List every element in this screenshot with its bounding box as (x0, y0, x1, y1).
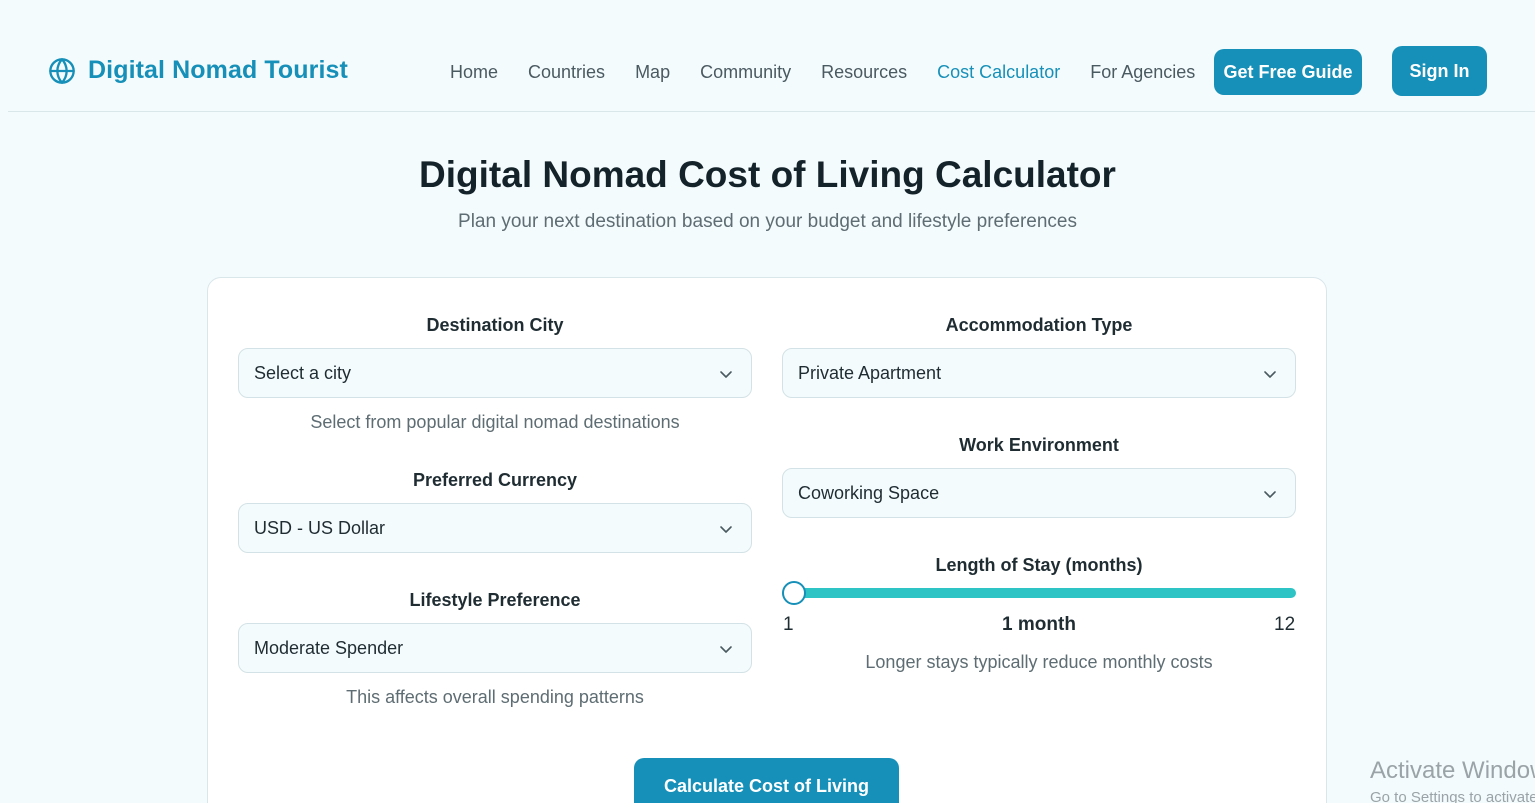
chevron-down-icon (720, 371, 732, 378)
currency-select[interactable]: USD - US Dollar (238, 503, 752, 553)
page-title: Digital Nomad Cost of Living Calculator (419, 154, 1116, 195)
main-nav: Home Countries Map Community Resources C… (450, 62, 1225, 83)
globe-icon (49, 57, 75, 84)
destination-label: Destination City (426, 315, 564, 335)
accommodation-value: Private Apartment (798, 362, 942, 383)
page-subtitle: Plan your next destination based on your… (458, 211, 1077, 232)
watermark-subtitle: Go to Settings to activate Windows. (1370, 789, 1535, 803)
nav-cost-calculator[interactable]: Cost Calculator (937, 62, 1060, 83)
stay-length-label: Length of Stay (months) (935, 555, 1143, 575)
lifestyle-label: Lifestyle Preference (409, 590, 581, 610)
currency-label: Preferred Currency (412, 470, 578, 490)
calculate-button[interactable]: Calculate Cost of Living (634, 758, 899, 803)
nav-home[interactable]: Home (450, 62, 498, 83)
chevron-down-icon (720, 526, 732, 533)
slider-thumb[interactable] (782, 581, 806, 605)
brand-name: Digital Nomad Tourist (88, 56, 348, 84)
watermark-title: Activate Windows (1370, 757, 1535, 784)
page: Digital Nomad Tourist Home Countries Map… (0, 0, 1535, 803)
slider-max-label: 12 (1274, 614, 1296, 635)
work-environment-label: Work Environment (959, 435, 1119, 455)
stay-length-slider[interactable] (782, 588, 1296, 598)
chevron-down-icon (720, 646, 732, 653)
destination-hint: Select from popular digital nomad destin… (310, 412, 680, 432)
destination-select[interactable]: Select a city (238, 348, 752, 398)
nav-community[interactable]: Community (700, 62, 791, 83)
activation-watermark: Activate Windows Go to Settings to activ… (1370, 757, 1535, 803)
accommodation-select[interactable]: Private Apartment (782, 348, 1296, 398)
lifestyle-value: Moderate Spender (254, 637, 404, 658)
currency-value: USD - US Dollar (254, 517, 386, 538)
slider-current-value: 1 month (1002, 614, 1076, 635)
site-header: Digital Nomad Tourist Home Countries Map… (8, 0, 1535, 112)
nav-resources[interactable]: Resources (821, 62, 907, 83)
brand-logo[interactable]: Digital Nomad Tourist (48, 56, 348, 85)
stay-length-hint: Longer stays typically reduce monthly co… (865, 652, 1213, 672)
destination-value: Select a city (254, 362, 352, 383)
chevron-down-icon (1264, 491, 1276, 498)
get-free-guide-button[interactable]: Get Free Guide (1214, 49, 1362, 95)
work-environment-select[interactable]: Coworking Space (782, 468, 1296, 518)
work-environment-value: Coworking Space (798, 482, 940, 503)
chevron-down-icon (1264, 371, 1276, 378)
nav-for-agencies[interactable]: For Agencies (1090, 62, 1195, 83)
sign-in-button[interactable]: Sign In (1392, 46, 1487, 96)
accommodation-label: Accommodation Type (945, 315, 1133, 335)
lifestyle-hint: This affects overall spending patterns (346, 687, 644, 707)
calculator-card: Destination City Select a city Select fr… (207, 277, 1327, 803)
nav-countries[interactable]: Countries (528, 62, 605, 83)
nav-map[interactable]: Map (635, 62, 670, 83)
lifestyle-select[interactable]: Moderate Spender (238, 623, 752, 673)
